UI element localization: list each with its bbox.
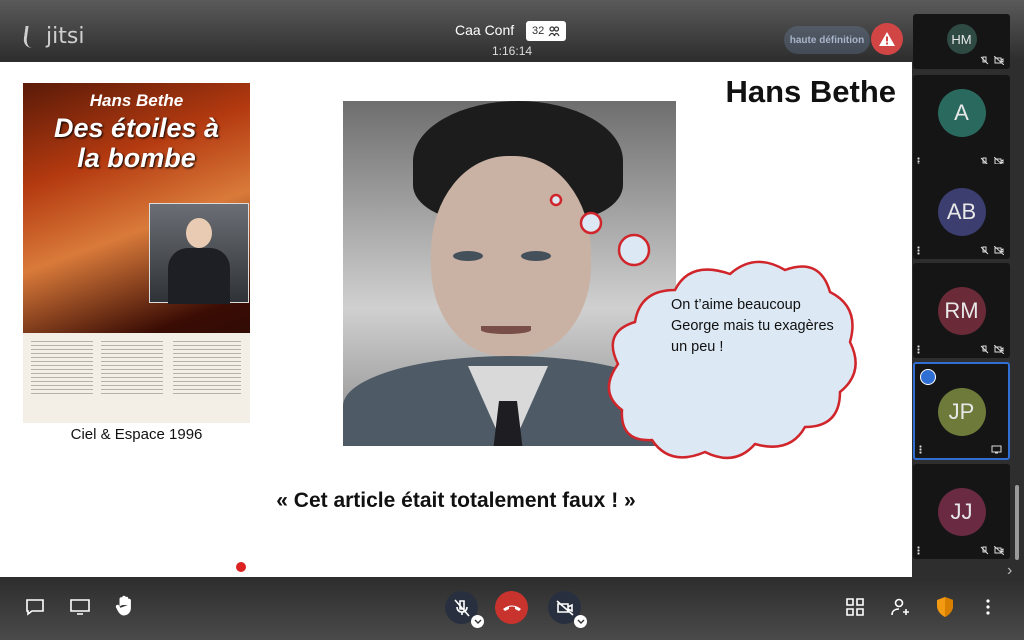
- status-indicators: [980, 246, 1004, 255]
- top-bar: jitsi Caa Conf 32 1:16:14 haute définiti…: [0, 0, 912, 62]
- book-cover-image: Hans Bethe Des étoiles à la bombe: [23, 83, 250, 423]
- book-author: Hans Bethe: [89, 91, 184, 110]
- camera-off-icon: [994, 56, 1004, 65]
- participant-tile[interactable]: A: [913, 75, 1010, 170]
- video-quality-label[interactable]: haute définition: [784, 26, 870, 54]
- book-title: Des étoiles à la bombe: [23, 113, 250, 173]
- book-text-columns: [23, 333, 250, 423]
- book-title-line2: la bombe: [77, 143, 196, 173]
- tile-menu-icon[interactable]: [917, 246, 920, 255]
- participant-count: 32: [532, 25, 545, 37]
- chevron-down-icon[interactable]: [574, 615, 587, 628]
- meeting-timer: 1:16:14: [492, 44, 533, 58]
- participant-count-badge[interactable]: 32: [526, 21, 567, 41]
- jitsi-logo: jitsi: [22, 24, 85, 49]
- avatar: RM: [937, 287, 986, 335]
- chevron-down-icon[interactable]: [471, 615, 484, 628]
- avatar: JP: [937, 388, 986, 436]
- camera-off-icon: [994, 345, 1004, 354]
- mic-muted-icon: [980, 246, 989, 255]
- camera-off-icon: [994, 246, 1004, 255]
- book-caption: Ciel & Espace 1996: [70, 426, 203, 443]
- status-indicators: [980, 345, 1004, 354]
- tile-menu-icon[interactable]: [917, 546, 920, 555]
- mic-muted-icon: [980, 546, 989, 555]
- participant-tile[interactable]: HM: [913, 14, 1010, 69]
- bubble-line-3: un peu !: [671, 339, 724, 355]
- mic-muted-icon: [980, 345, 989, 354]
- participants-icon[interactable]: [889, 596, 911, 618]
- microphone-muted-icon: [453, 598, 470, 617]
- shared-screen: Hans Bethe Des étoiles à la bombe Ciel &…: [0, 62, 912, 577]
- logo-text: jitsi: [46, 24, 85, 49]
- bubble-line-1: On t’aime beaucoup: [671, 297, 801, 313]
- warning-triangle-icon[interactable]: [871, 23, 903, 55]
- chevron-right-icon[interactable]: ›: [1007, 562, 1012, 580]
- screen-sharing-icon: [991, 445, 1002, 454]
- conference-name: Caa Conf: [455, 22, 515, 38]
- screenshare-icon[interactable]: [68, 596, 92, 618]
- mic-muted-icon: [980, 56, 989, 65]
- participants-small-icon: [548, 25, 560, 36]
- security-shield-icon[interactable]: [934, 595, 956, 619]
- logo-mark-icon: [22, 25, 44, 48]
- raise-hand-icon[interactable]: [113, 594, 137, 618]
- meeting-window: jitsi Caa Conf 32 1:16:14 haute définiti…: [0, 0, 1024, 640]
- status-indicators: [980, 546, 1004, 555]
- book-author-photo: [149, 203, 249, 304]
- chat-icon[interactable]: [24, 596, 46, 618]
- tile-view-icon[interactable]: [844, 596, 866, 618]
- slide-title: Hans Bethe: [725, 74, 896, 109]
- tile-menu-icon[interactable]: [917, 345, 920, 354]
- filmstrip-scrollbar[interactable]: [1015, 485, 1019, 560]
- laser-pointer: [236, 562, 246, 572]
- avatar: AB: [937, 188, 986, 236]
- participant-tile[interactable]: RM: [913, 263, 1010, 358]
- avatar: A: [937, 89, 986, 137]
- camera-off-icon: [555, 599, 574, 616]
- more-options-icon[interactable]: [978, 596, 998, 618]
- microphone-mute-button[interactable]: [445, 591, 484, 628]
- tile-menu-icon[interactable]: [919, 445, 922, 454]
- hangup-icon: [502, 605, 521, 611]
- status-indicators: [991, 445, 1002, 454]
- bubble-line-2: George mais tu exagères: [671, 318, 834, 334]
- bottom-toolbar: [0, 580, 1024, 640]
- dominant-speaker-icon: [920, 369, 936, 385]
- participant-tile-active[interactable]: JP: [913, 362, 1010, 460]
- participant-tile[interactable]: JJ: [913, 464, 1010, 559]
- book-title-line1: Des étoiles à: [53, 113, 220, 143]
- avatar: JJ: [937, 488, 986, 536]
- thought-bubble-text: On t’aime beaucoup George mais tu exagèr…: [671, 295, 851, 358]
- participant-tile[interactable]: AB: [913, 164, 1010, 259]
- camera-off-icon: [994, 546, 1004, 555]
- slide-quote: « Cet article était totalement faux ! »: [276, 489, 636, 512]
- camera-toggle-button[interactable]: [548, 591, 587, 628]
- status-indicators: [980, 56, 1004, 65]
- avatar: HM: [946, 24, 977, 54]
- hangup-button[interactable]: [495, 591, 528, 624]
